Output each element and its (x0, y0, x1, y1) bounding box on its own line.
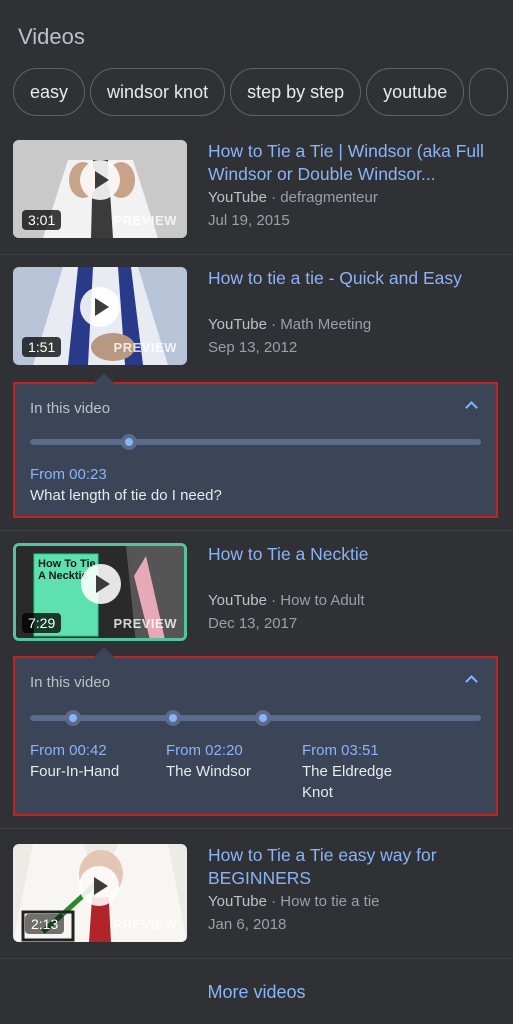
divider (0, 828, 513, 829)
play-icon (79, 866, 119, 906)
video-source: YouTube (208, 592, 267, 609)
video-thumbnail[interactable]: How To Tie A Necktie 7:29 PREVIEW (13, 543, 187, 641)
key-moment[interactable]: From 00:23 What length of tie do I need? (30, 464, 222, 506)
video-duration: 2:13 (25, 914, 65, 934)
divider (0, 530, 513, 531)
video-channel: Math Meeting (280, 316, 372, 333)
timeline-marker[interactable] (165, 710, 181, 726)
moment-label: The Eldredge Knot (302, 763, 393, 801)
key-moments-panel: In this video From 00:23 What length of … (13, 373, 498, 518)
video-duration: 1:51 (22, 337, 62, 357)
timeline-marker[interactable] (121, 434, 137, 450)
video-duration: 7:29 (22, 613, 62, 633)
chip-more[interactable] (469, 68, 509, 116)
key-moments-heading: In this video (30, 674, 111, 691)
moment-label: Four-In-Hand (30, 763, 120, 780)
video-date: Jul 19, 2015 (208, 212, 290, 229)
video-thumbnail[interactable]: 3:01 PREVIEW (13, 140, 187, 238)
video-title[interactable]: How to Tie a Tie easy way for BEGINNERS (208, 844, 500, 890)
timeline-marker[interactable] (255, 710, 271, 726)
video-source: YouTube (208, 893, 267, 910)
preview-label: PREVIEW (113, 213, 177, 228)
video-date: Dec 13, 2017 (208, 615, 298, 632)
video-title[interactable]: How to Tie a Necktie (208, 543, 500, 566)
key-moments-panel: In this video From 00:42 Four-In-Hand Fr… (13, 647, 498, 816)
video-thumbnail[interactable]: 1:51 PREVIEW (13, 267, 187, 365)
chip-windsor-knot[interactable]: windsor knot (90, 68, 226, 116)
video-title[interactable]: How to Tie a Tie | Windsor (aka Full Win… (208, 140, 500, 186)
divider (0, 254, 513, 255)
play-icon (80, 287, 120, 327)
video-duration: 3:01 (22, 210, 62, 230)
video-source: YouTube (208, 189, 267, 206)
key-moment[interactable]: From 03:51 The Eldredge Knot (302, 740, 412, 803)
chip-youtube[interactable]: youtube (366, 68, 465, 116)
moment-time[interactable]: From 02:20 (166, 740, 296, 761)
video-channel: How to tie a tie (280, 893, 380, 910)
chip-easy[interactable]: easy (13, 68, 86, 116)
preview-label: PREVIEW (113, 340, 177, 355)
chevron-up-icon[interactable] (464, 398, 478, 412)
filter-chips: easy windsor knot step by step youtube (13, 68, 513, 116)
timeline-track (30, 710, 481, 726)
preview-label: PREVIEW (113, 917, 177, 932)
video-result[interactable]: 3:01 PREVIEW How to Tie a Tie | Windsor … (13, 140, 501, 240)
divider (0, 958, 513, 959)
video-thumbnail[interactable]: 2:13 PREVIEW (13, 844, 187, 942)
moment-label: The Windsor (166, 763, 252, 780)
video-channel: How to Adult (280, 592, 365, 609)
more-videos-link[interactable]: More videos (0, 982, 513, 1003)
video-result[interactable]: 1:51 PREVIEW How to tie a tie - Quick an… (13, 267, 501, 367)
play-icon (80, 160, 120, 200)
video-date: Jan 6, 2018 (208, 916, 287, 933)
play-icon (81, 564, 121, 604)
video-result[interactable]: How To Tie A Necktie 7:29 PREVIEW How to… (13, 543, 501, 643)
preview-label: PREVIEW (113, 616, 177, 631)
chevron-up-icon[interactable] (464, 672, 478, 686)
key-moment[interactable]: From 02:20 The Windsor (166, 740, 296, 782)
panel-caret (94, 647, 114, 667)
moment-label: What length of tie do I need? (30, 487, 222, 504)
key-moment[interactable]: From 00:42 Four-In-Hand (30, 740, 160, 782)
video-result[interactable]: 2:13 PREVIEW How to Tie a Tie easy way f… (13, 844, 501, 944)
moment-time[interactable]: From 00:23 (30, 464, 222, 485)
video-title[interactable]: How to tie a tie - Quick and Easy (208, 267, 500, 290)
panel-caret (94, 373, 114, 393)
video-source: YouTube (208, 316, 267, 333)
key-moments-heading: In this video (30, 400, 111, 417)
moment-time[interactable]: From 00:42 (30, 740, 160, 761)
moment-time[interactable]: From 03:51 (302, 740, 412, 761)
chip-step-by-step[interactable]: step by step (230, 68, 362, 116)
section-title: Videos (18, 24, 85, 49)
video-date: Sep 13, 2012 (208, 339, 298, 356)
timeline-marker[interactable] (65, 710, 81, 726)
video-channel: defragmenteur (280, 189, 378, 206)
videos-results-panel: Videos easy windsor knot step by step youtu… (0, 0, 513, 1024)
timeline-track (30, 434, 481, 450)
